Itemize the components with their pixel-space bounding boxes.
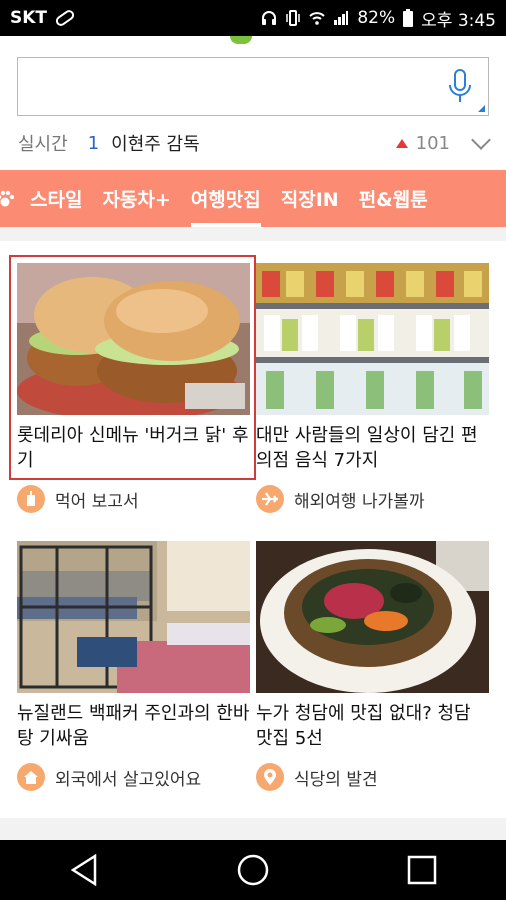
signal-icon (334, 11, 349, 25)
headset-icon (262, 11, 277, 25)
realtime-label: 실시간 (18, 134, 68, 155)
category-nav: 스타일 자동차+ 여행맛집 직장IN 펀&웹툰 (0, 170, 506, 227)
battery-percent: 82% (357, 8, 396, 28)
vibrate-icon (286, 10, 301, 26)
paw-icon[interactable] (0, 190, 14, 208)
section-divider (0, 818, 506, 840)
corner-marker-icon (478, 105, 485, 112)
location-pin-icon (256, 763, 284, 791)
house-icon (17, 763, 45, 791)
bunk-bed-image (17, 541, 250, 693)
source-name: 외국에서 살고있어요 (55, 769, 202, 790)
bibimbap-image (256, 541, 489, 693)
article-source[interactable]: 외국에서 살고있어요 (17, 763, 253, 791)
tab-travel-food[interactable]: 여행맛집 (190, 170, 261, 227)
article-card[interactable]: 롯데리아 신메뉴 '버거크 닭' 후기 먹어 보고서 (9, 255, 256, 513)
clock: 오후 3:45 (421, 10, 496, 31)
article-title[interactable]: 누가 청담에 맛집 없대? 청담 맛집 5선 (256, 701, 492, 751)
tab-work[interactable]: 직장IN (281, 170, 339, 227)
source-name: 식당의 발견 (294, 769, 378, 790)
airplane-icon (256, 485, 284, 513)
system-nav-bar (0, 840, 506, 900)
article-title[interactable]: 롯데리아 신메뉴 '버거크 닭' 후기 (17, 423, 253, 473)
article-source[interactable]: 해외여행 나가볼까 (256, 485, 492, 513)
realtime-keyword[interactable]: 이현주 감독 (111, 130, 200, 156)
status-bar: SKT 82% 오후 3:45 (0, 0, 506, 36)
search-header: 실시간 1 이현주 감독 101 (0, 36, 506, 170)
article-source[interactable]: 먹어 보고서 (17, 485, 253, 513)
realtime-rank: 1 (87, 132, 100, 154)
article-thumbnail[interactable] (17, 541, 250, 693)
search-input[interactable] (17, 57, 489, 116)
back-icon[interactable] (69, 854, 99, 886)
source-name: 먹어 보고서 (55, 491, 139, 512)
article-title[interactable]: 대만 사람들의 일상이 담긴 편의점 음식 7가지 (256, 423, 492, 473)
pill-icon (53, 8, 77, 28)
article-card[interactable]: 누가 청담에 맛집 없대? 청담 맛집 5선 식당의 발견 (256, 541, 492, 791)
burger-image (17, 263, 250, 415)
realtime-trend-bar[interactable]: 실시간 1 이현주 감독 101 (18, 128, 491, 158)
article-card[interactable]: 뉴질랜드 백패커 주인과의 한바탕 기싸움 외국에서 살고있어요 (17, 541, 253, 791)
tab-fun-webtoon[interactable]: 펀&웹툰 (359, 170, 428, 227)
recent-apps-icon[interactable] (407, 855, 437, 885)
chevron-down-icon[interactable] (471, 130, 491, 150)
carrier-name: SKT (10, 8, 48, 28)
article-card[interactable]: 대만 사람들의 일상이 담긴 편의점 음식 7가지 해외여행 나가볼까 (256, 263, 492, 513)
article-thumbnail[interactable] (256, 263, 489, 415)
article-source[interactable]: 식당의 발견 (256, 763, 492, 791)
microphone-icon[interactable] (446, 68, 474, 106)
realtime-count: 101 (415, 132, 450, 154)
rising-arrow-icon (395, 138, 408, 148)
logo-fragment (230, 36, 252, 44)
source-name: 해외여행 나가볼까 (294, 491, 425, 512)
store-shelves-image (256, 263, 489, 415)
article-title[interactable]: 뉴질랜드 백패커 주인과의 한바탕 기싸움 (17, 701, 253, 751)
section-divider (0, 227, 506, 241)
article-thumbnail[interactable] (17, 263, 250, 415)
tab-auto[interactable]: 자동차+ (102, 170, 170, 227)
drink-cup-icon (17, 485, 45, 513)
wifi-icon (309, 12, 326, 25)
battery-icon (403, 9, 414, 27)
home-icon[interactable] (237, 854, 269, 886)
tab-style[interactable]: 스타일 (30, 170, 82, 227)
article-thumbnail[interactable] (256, 541, 489, 693)
